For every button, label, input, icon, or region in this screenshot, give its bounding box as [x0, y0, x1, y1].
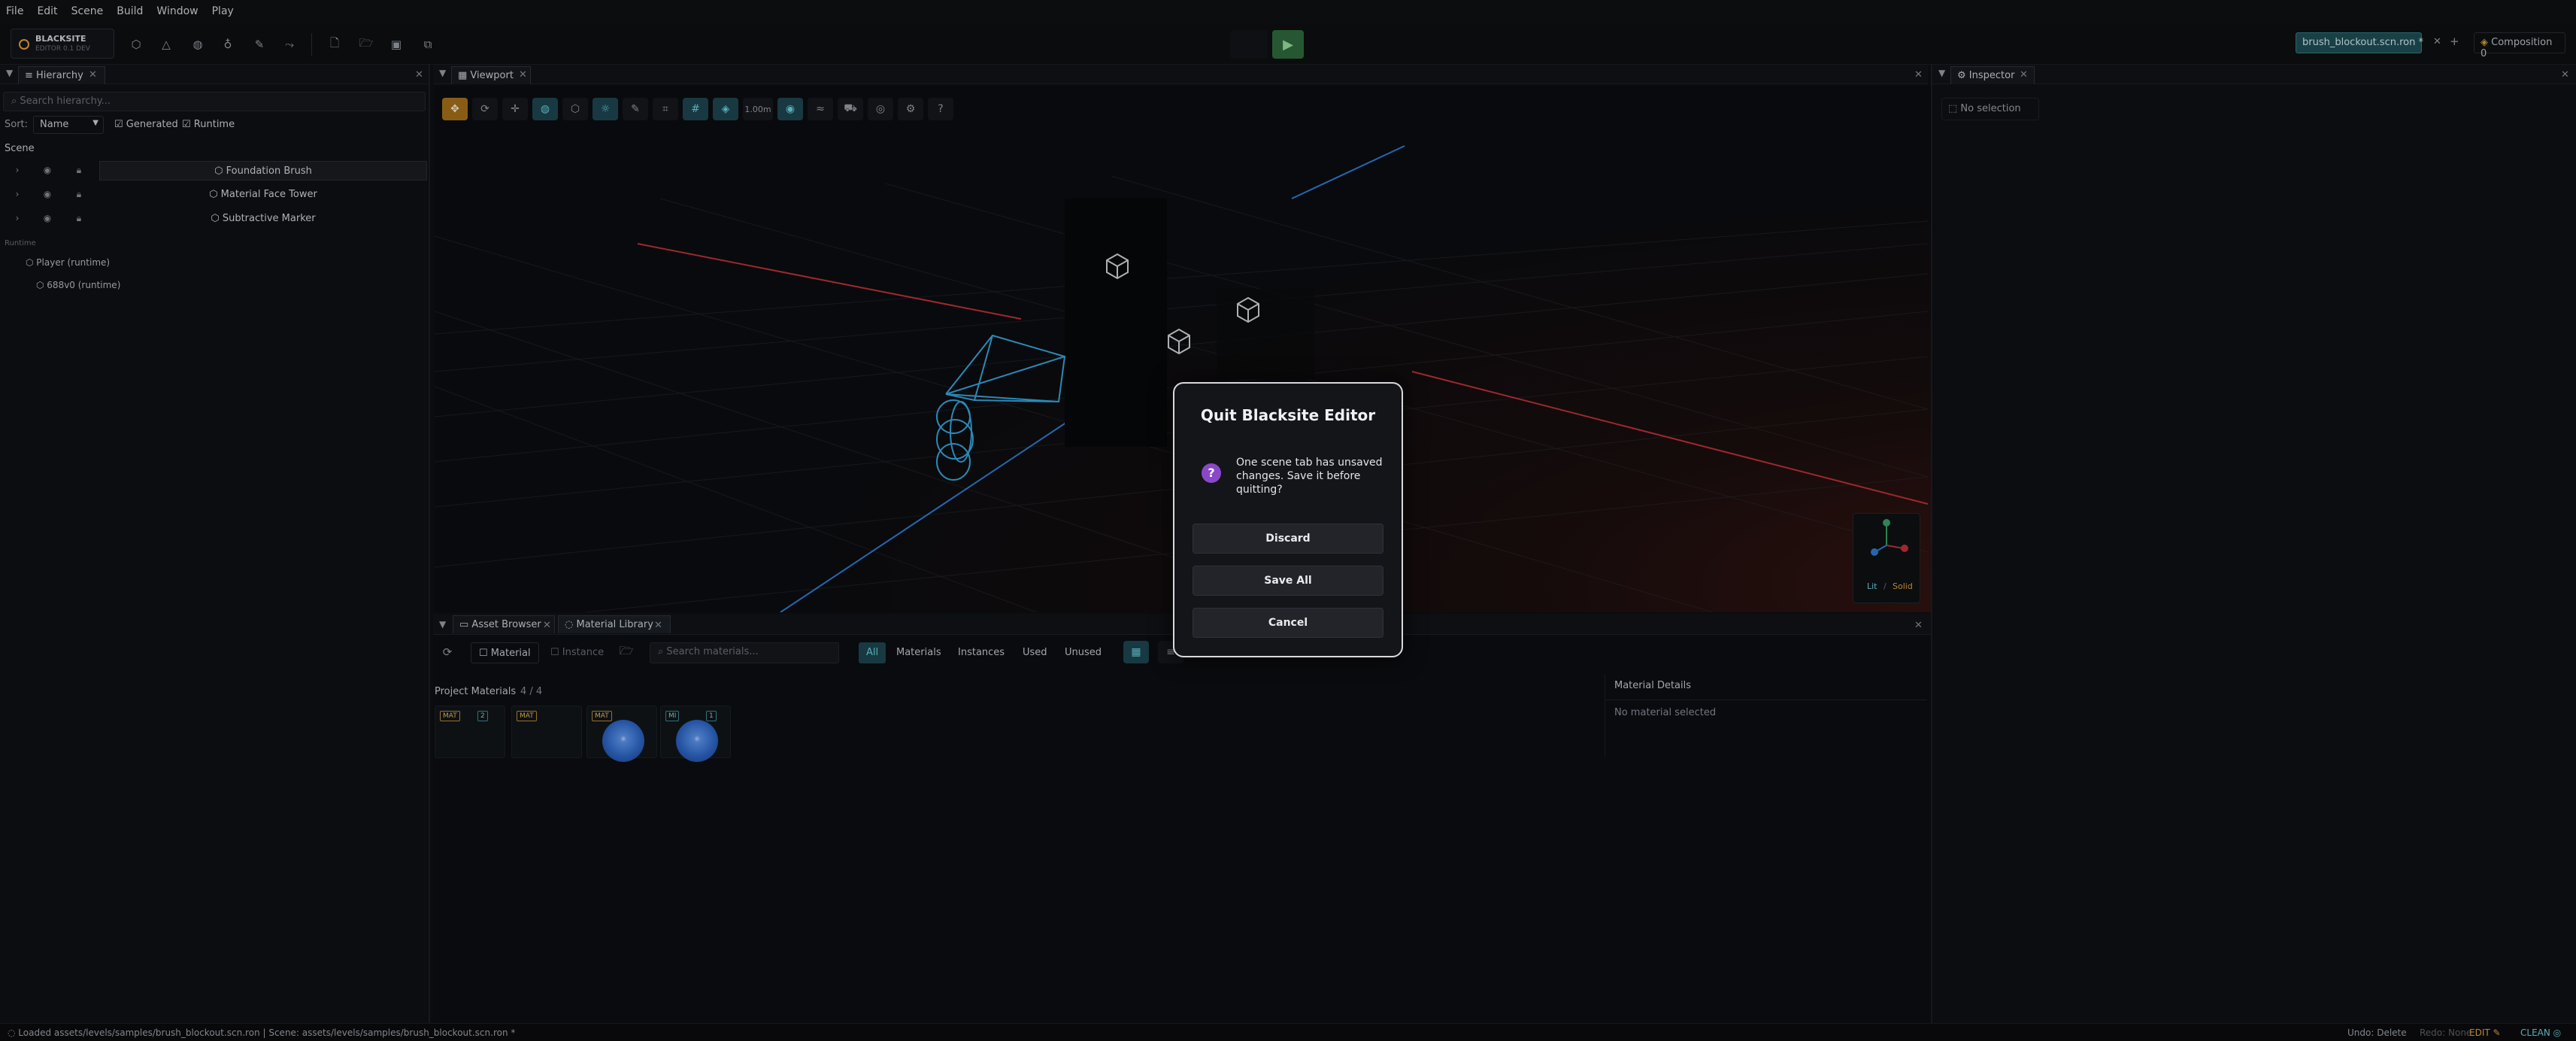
dialog-title: Quit Blacksite Editor	[1200, 406, 1376, 424]
discard-button[interactable]: Discard	[1193, 524, 1383, 554]
save-all-button[interactable]: Save All	[1193, 566, 1383, 596]
dialog-message: One scene tab has unsaved changes. Save …	[1236, 457, 1383, 496]
quit-dialog: Quit Blacksite Editor ? One scene tab ha…	[1173, 382, 1403, 657]
cancel-button[interactable]: Cancel	[1193, 608, 1383, 638]
question-icon: ?	[1202, 463, 1221, 483]
